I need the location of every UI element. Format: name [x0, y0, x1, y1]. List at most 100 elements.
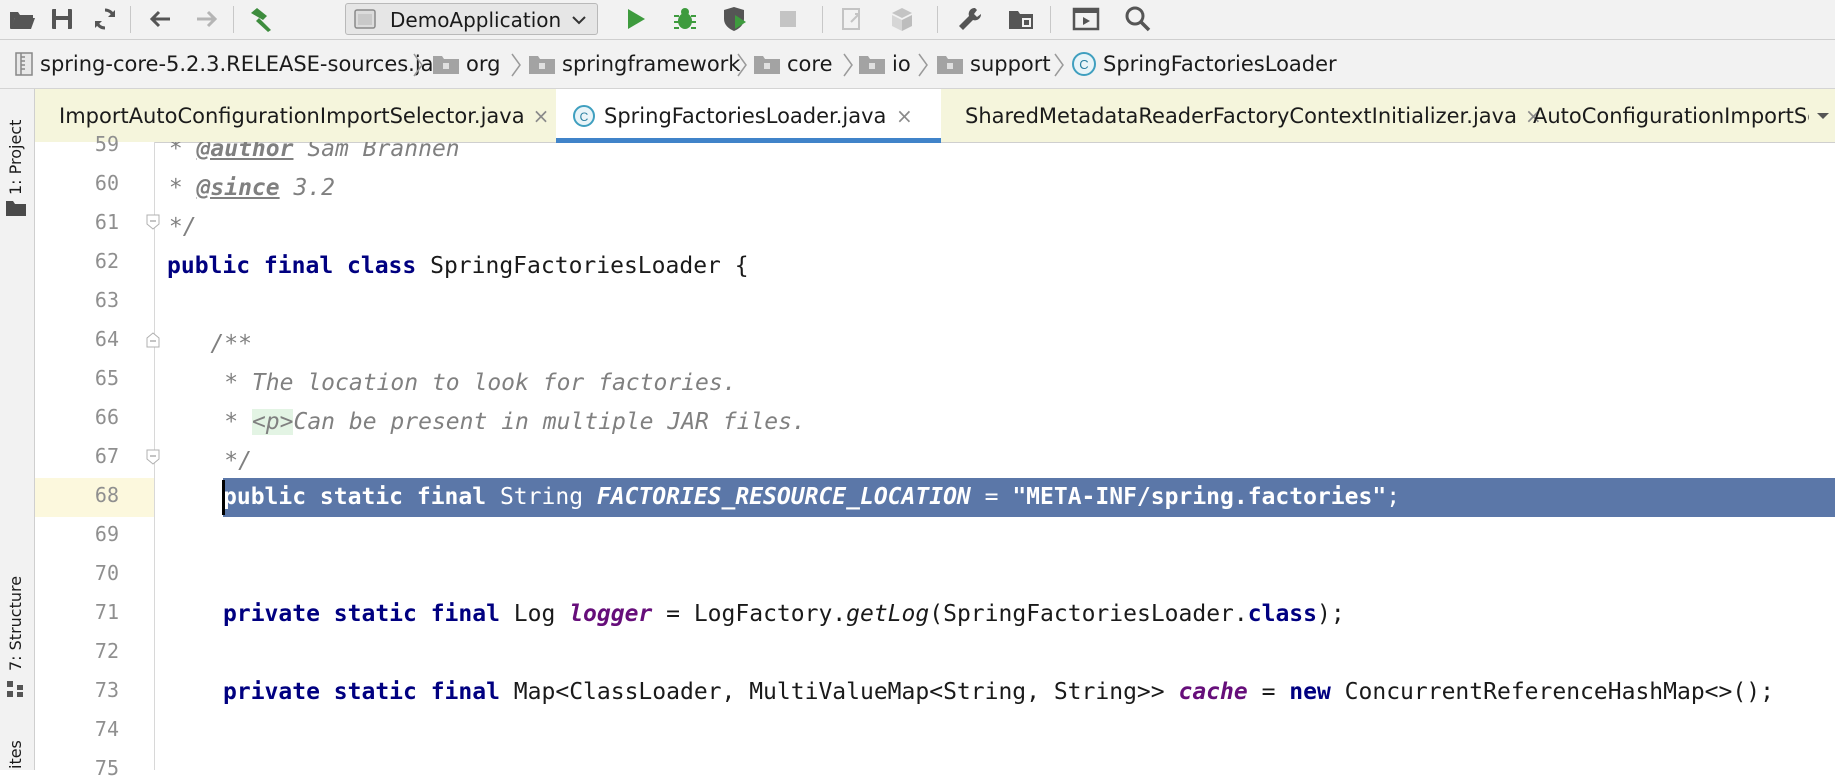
breadcrumb-item-jar[interactable]: spring-core-5.2.3.RELEASE-sources.jar — [14, 40, 442, 88]
keyword: class — [1247, 601, 1318, 627]
breadcrumb-label: springframework — [562, 52, 741, 76]
line-number: 67 — [94, 444, 119, 468]
code-line-61: */ — [155, 208, 197, 247]
static-field: cache — [1178, 679, 1248, 705]
left-tool-window-strip: 1: Project 7: Structure ites — [0, 89, 35, 770]
run-configuration-label: DemoApplication — [390, 8, 562, 32]
tab-label: AutoConfigurationImportSe — [1533, 103, 1809, 128]
close-icon[interactable]: × — [533, 104, 550, 128]
code-text: (SpringFactoriesLoader. — [929, 601, 1248, 627]
project-structure-icon[interactable] — [1006, 4, 1036, 34]
tab-label: ImportAutoConfigurationImportSelector.ja… — [59, 103, 525, 128]
stop-icon[interactable] — [773, 4, 803, 34]
toolbar-separator — [233, 6, 234, 33]
line-number: 62 — [94, 249, 119, 273]
keyword: public static final — [223, 484, 487, 510]
toolbar-separator — [937, 6, 938, 33]
keyword: public final class — [167, 253, 417, 279]
breadcrumb-item-org[interactable]: org — [432, 40, 500, 88]
chevron-right-icon — [511, 53, 521, 77]
comment-text: */ — [155, 214, 197, 240]
search-icon[interactable] — [1123, 4, 1153, 34]
chevron-down-icon — [572, 16, 586, 25]
line-number: 70 — [94, 561, 119, 585]
tab-overflow-chevron-icon[interactable] — [1811, 103, 1835, 127]
toolbar-separator — [1050, 6, 1051, 33]
line-number: 68 — [94, 483, 119, 507]
structure-tool-tab[interactable]: 7: Structure — [6, 576, 25, 671]
code-text: ConcurrentReferenceHashMap<>(); — [1330, 679, 1774, 705]
line-number: 73 — [94, 678, 119, 702]
line-number: 59 — [94, 132, 119, 156]
breadcrumb-item-io[interactable]: io — [858, 40, 911, 88]
package-folder-icon — [754, 56, 780, 74]
breadcrumb-label: io — [892, 52, 911, 76]
line-number: 71 — [94, 600, 119, 624]
favorites-tool-tab[interactable]: ites — [6, 740, 25, 769]
application-config-icon — [354, 9, 376, 29]
code-line-67: */ — [155, 442, 252, 481]
breadcrumb-label: core — [787, 52, 833, 76]
comment-text: Can be present in multiple JAR files. — [293, 409, 806, 435]
deploy-icon[interactable] — [887, 4, 917, 34]
class-icon: C — [1072, 52, 1096, 76]
breadcrumb-label: spring-core-5.2.3.RELEASE-sources.jar — [40, 52, 443, 76]
breadcrumb-item-support[interactable]: support — [936, 40, 1051, 88]
code-line-68: public static final String FACTORIES_RES… — [223, 478, 1400, 517]
chevron-right-icon — [737, 53, 747, 77]
tab-sharedmetadatareaderfactorycontextinitializer[interactable]: C SharedMetadataReaderFactoryContextInit… — [941, 89, 1542, 142]
tab-springfactoriesloader[interactable]: C SpringFactoriesLoader.java × — [556, 89, 941, 143]
build-hammer-icon[interactable] — [246, 4, 276, 34]
operator: = — [970, 484, 1013, 510]
run-icon[interactable] — [620, 4, 650, 34]
line-number: 74 — [94, 717, 119, 741]
run-anything-icon[interactable] — [1071, 4, 1101, 34]
forward-icon[interactable] — [191, 4, 221, 34]
code-line-65: * The location to look for factories. — [155, 364, 736, 403]
close-icon[interactable]: × — [894, 104, 914, 128]
line-number: 66 — [94, 405, 119, 429]
breadcrumb-item-class[interactable]: C SpringFactoriesLoader — [1071, 40, 1337, 88]
comment-text: * — [155, 175, 197, 201]
package-folder-icon — [433, 56, 459, 74]
breadcrumb-item-core[interactable]: core — [753, 40, 833, 88]
code-line-73: private static final Map<ClassLoader, Mu… — [223, 673, 1774, 712]
javadoc-tag: @author — [196, 142, 294, 162]
line-number: 65 — [94, 366, 119, 390]
package-folder-icon — [859, 56, 885, 74]
project-tool-tab[interactable]: 1: Project — [6, 120, 25, 195]
line-number: 72 — [94, 639, 119, 663]
code-line-71: private static final Log logger = LogFac… — [223, 595, 1345, 634]
keyword: private static final — [223, 601, 500, 627]
method-call: getLog — [846, 601, 930, 627]
tab-autoconfigurationimportselector[interactable]: C AutoConfigurationImportSe — [1509, 89, 1809, 142]
type-name: Log — [499, 601, 570, 627]
code-text: = LogFactory. — [652, 601, 847, 627]
navigation-breadcrumb: spring-core-5.2.3.RELEASE-sources.jar or… — [0, 40, 1835, 89]
line-number: 75 — [94, 756, 119, 780]
comment-text: * — [155, 409, 252, 435]
coverage-icon[interactable] — [720, 4, 750, 34]
comment-text: 3.2 — [279, 175, 336, 201]
javadoc-html-tag: <p> — [251, 409, 294, 435]
debug-icon[interactable] — [670, 4, 700, 34]
code-text: SpringFactoriesLoader { — [416, 253, 749, 279]
line-number-gutter: 59 60 61 62 63 64 65 66 67 68 69 70 71 7… — [35, 132, 155, 780]
package-folder-icon — [937, 56, 963, 74]
back-icon[interactable] — [146, 4, 176, 34]
breadcrumb-item-springframework[interactable]: springframework — [528, 40, 740, 88]
type-name: Map<ClassLoader, MultiValueMap<String, S… — [499, 679, 1179, 705]
code-line-60: * @since 3.2 — [155, 169, 335, 208]
tab-label: SharedMetadataReaderFactoryContextInitia… — [965, 103, 1517, 128]
line-number: 63 — [94, 288, 119, 312]
update-icon[interactable] — [838, 4, 868, 34]
sync-icon[interactable] — [90, 4, 120, 34]
save-icon[interactable] — [47, 4, 77, 34]
package-folder-icon — [529, 56, 555, 74]
keyword: new — [1289, 679, 1331, 705]
settings-wrench-icon[interactable] — [955, 4, 985, 34]
code-editor[interactable]: * @author Sam Brannen * @since 3.2 */ pu… — [155, 142, 1835, 770]
open-icon[interactable] — [7, 4, 37, 34]
run-configuration-dropdown[interactable]: DemoApplication — [345, 3, 598, 35]
javadoc-tag: @since — [196, 175, 280, 201]
